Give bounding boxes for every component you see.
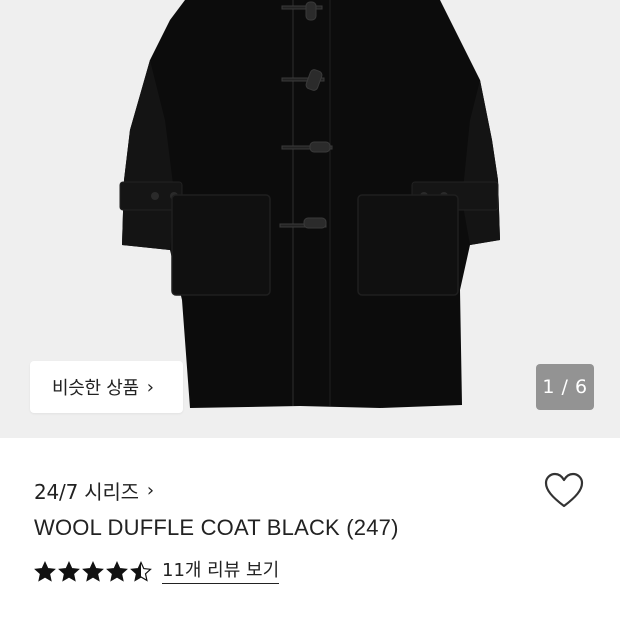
star-icon [130,561,152,582]
chevron-right-icon: › [146,480,154,501]
star-icon [106,561,128,582]
product-image-gallery[interactable]: 비슷한 상품 › 1 / 6 [0,0,620,438]
product-title: WOOL DUFFLE COAT BLACK (247) [34,515,399,540]
rating-row: 11개 리뷰 보기 [34,560,280,584]
star-rating [34,561,154,583]
similar-products-button[interactable]: 비슷한 상품 › [30,361,183,413]
series-link[interactable]: 24/7 시리즈 › [34,476,154,505]
product-info: 24/7 시리즈 › WOOL DUFFLE COAT BLACK (247) … [0,438,620,620]
image-pager-indicator: 1 / 6 [536,364,594,410]
review-link[interactable]: 11개 리뷰 보기 [162,560,280,584]
star-icon [58,561,80,582]
star-icon [82,561,104,582]
heart-outline-icon[interactable] [544,472,584,512]
chevron-right-icon: › [146,376,154,398]
star-icon [34,561,56,582]
similar-products-label: 비슷한 상품 [52,378,139,399]
series-label: 24/7 시리즈 [34,480,139,504]
